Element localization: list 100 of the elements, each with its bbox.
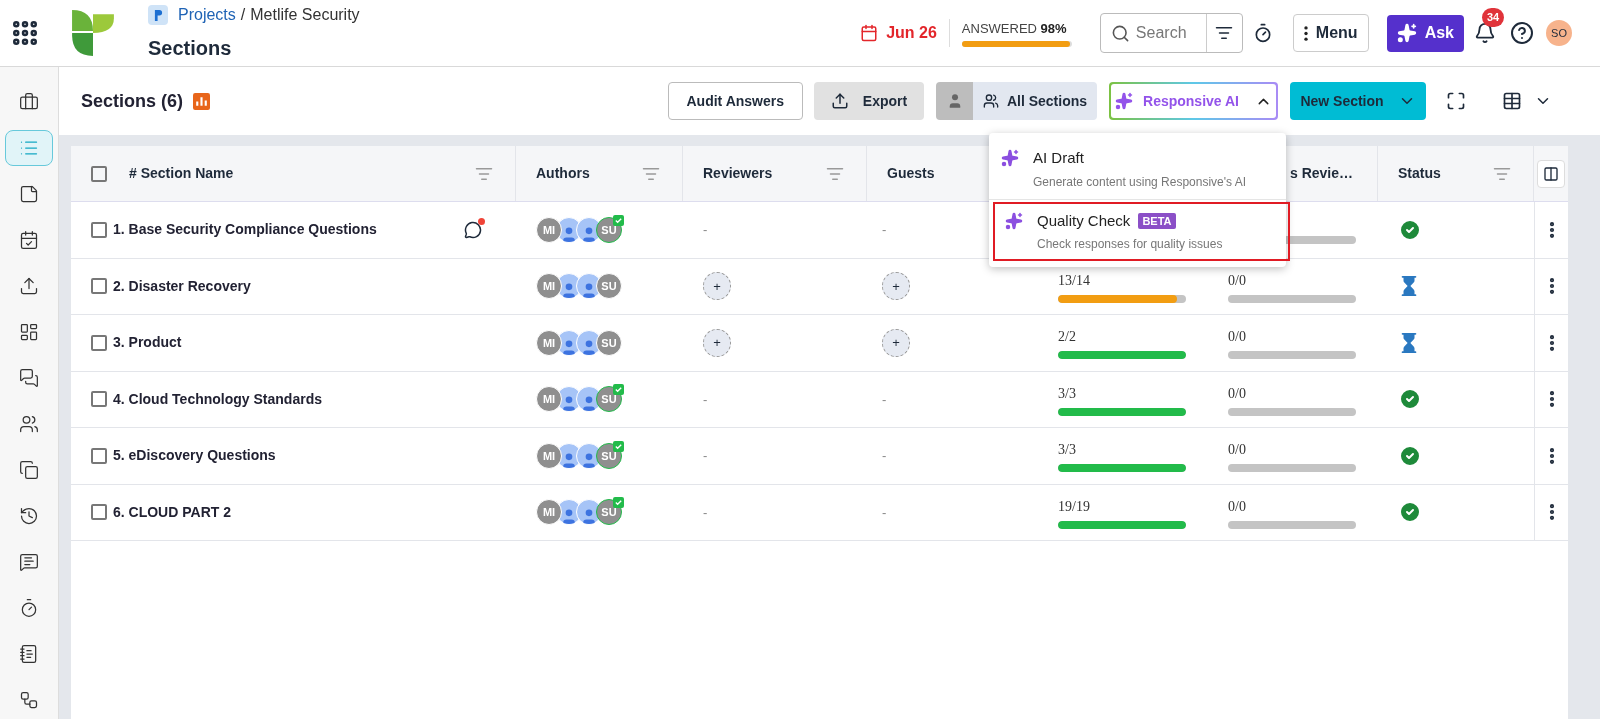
progress-value: 98% [1040, 21, 1067, 37]
empty-value: - [703, 390, 708, 409]
reviewed-count: 0/0 [1228, 441, 1247, 460]
empty-value: - [703, 447, 708, 465]
question-message-icon [19, 552, 39, 572]
expand-icon[interactable] [1446, 91, 1466, 111]
row-checkbox[interactable] [91, 504, 107, 521]
breadcrumb-separator: / [240, 6, 246, 23]
answered-count: 3/3 [1058, 384, 1077, 403]
beta-tag: BETA [1138, 212, 1176, 229]
section-name[interactable]: 5. eDiscovery Questions [113, 445, 276, 467]
comment-icon[interactable] [464, 220, 482, 239]
due-date: Jun 26 [886, 23, 937, 43]
sparkle-icon [1005, 211, 1023, 230]
all-sections-button[interactable]: All Sections [973, 82, 1097, 120]
table-view-icon[interactable] [1502, 91, 1522, 111]
app-grid-icon[interactable] [10, 18, 40, 48]
menu-item-title: Quality Check [1037, 210, 1131, 231]
column-header: Guests [887, 164, 935, 183]
section-name[interactable]: 2. Disaster Recovery [113, 275, 251, 297]
section-name[interactable]: 4. Cloud Technology Standards [113, 388, 322, 410]
breadcrumb-link[interactable]: Projects [178, 6, 236, 23]
sparkle-icon [1001, 149, 1019, 167]
check-badge-icon [613, 497, 624, 509]
kebab-icon [1303, 25, 1308, 41]
menu-item-title: AI Draft [1033, 148, 1084, 168]
page-title: Sections [148, 36, 233, 61]
initials-avatar: MI [536, 273, 562, 300]
export-button[interactable]: Export [814, 82, 924, 120]
initials-avatar: SU [596, 273, 622, 300]
users-icon [19, 414, 39, 434]
calendar-icon [860, 24, 879, 42]
empty-value: - [882, 447, 887, 465]
column-header: s Revie… [1290, 164, 1354, 183]
answered-count: 2/2 [1058, 328, 1077, 347]
notification-count: 34 [1482, 8, 1505, 27]
dashboard-icon [19, 322, 39, 342]
section-name[interactable]: 3. Product [113, 332, 182, 354]
columns-toggle[interactable] [1537, 159, 1565, 188]
new-section-button[interactable]: New Section [1290, 82, 1426, 120]
select-all-checkbox[interactable] [91, 165, 107, 182]
check-badge-icon [613, 440, 624, 452]
notepad-icon [19, 644, 39, 664]
filter-icon[interactable] [1215, 24, 1234, 42]
row-checkbox[interactable] [91, 334, 107, 351]
note-icon [19, 184, 39, 204]
column-header: # Section Name [129, 164, 234, 183]
columns-icon [1543, 165, 1559, 182]
add-person-button[interactable]: + [882, 328, 910, 357]
row-checkbox[interactable] [91, 221, 107, 238]
history-icon [19, 506, 39, 526]
ai-menu-item[interactable]: AI Draft Generate content using Responsive's AI [989, 139, 1286, 199]
documents-icon [19, 460, 39, 480]
row-checkbox[interactable] [91, 447, 107, 464]
search-input[interactable]: Search [1135, 21, 1206, 45]
initials-avatar: MI [536, 329, 562, 356]
column-header: Authors [536, 164, 590, 183]
add-person-button[interactable]: + [703, 328, 731, 357]
initials-avatar: MI [536, 216, 562, 243]
responsive-ai-button[interactable]: Responsive AI [1109, 82, 1278, 120]
section-name[interactable]: 1. Base Security Compliance Questions [113, 219, 377, 241]
initials-avatar: MI [536, 442, 562, 469]
project-icon [148, 5, 168, 25]
sparkle-icon [1115, 92, 1133, 110]
reviewed-count: 0/0 [1228, 384, 1247, 403]
initials-avatar: MI [536, 386, 562, 413]
empty-value: - [882, 221, 887, 239]
upload-icon [19, 276, 39, 296]
reviewed-count: 0/0 [1228, 328, 1247, 347]
help-icon[interactable] [1510, 21, 1534, 45]
check-badge-icon [613, 214, 624, 226]
user-avatar[interactable]: SO [1546, 20, 1572, 46]
row-checkbox[interactable] [91, 391, 107, 408]
users-icon [982, 93, 999, 109]
search-bar[interactable]: Search [1099, 13, 1243, 53]
menu-item-description: Generate content using Responsive's AI [1033, 173, 1247, 191]
initials-avatar: MI [536, 499, 562, 526]
ai-menu-item[interactable]: Quality Check BETA Check responses for quality issues [993, 201, 1290, 261]
add-person-button[interactable]: + [882, 272, 910, 301]
progress-label: ANSWERED [961, 21, 1037, 37]
column-header: Status [1398, 164, 1441, 183]
answered-count: 13/14 [1058, 271, 1091, 290]
notification-bell-icon[interactable] [1474, 22, 1496, 44]
empty-value: - [882, 390, 887, 409]
ask-button[interactable]: Ask [1386, 14, 1464, 52]
check-badge-icon [613, 384, 624, 396]
audit-answers-button[interactable]: Audit Answers [667, 82, 803, 120]
add-person-button[interactable]: + [703, 272, 731, 301]
answered-count: 19/19 [1058, 497, 1091, 516]
breadcrumb-current: Metlife Security [250, 6, 360, 23]
reviewed-count: 0/0 [1228, 271, 1247, 290]
briefcase-icon [19, 92, 39, 112]
menu-button[interactable]: Menu [1292, 14, 1369, 52]
user-toggle[interactable] [936, 82, 973, 120]
empty-value: - [703, 503, 708, 522]
answered-count: 3/3 [1058, 441, 1077, 460]
section-name[interactable]: 6. CLOUD PART 2 [113, 501, 231, 523]
empty-value: - [882, 503, 887, 522]
chart-icon[interactable] [193, 92, 211, 110]
row-checkbox[interactable] [91, 278, 107, 295]
